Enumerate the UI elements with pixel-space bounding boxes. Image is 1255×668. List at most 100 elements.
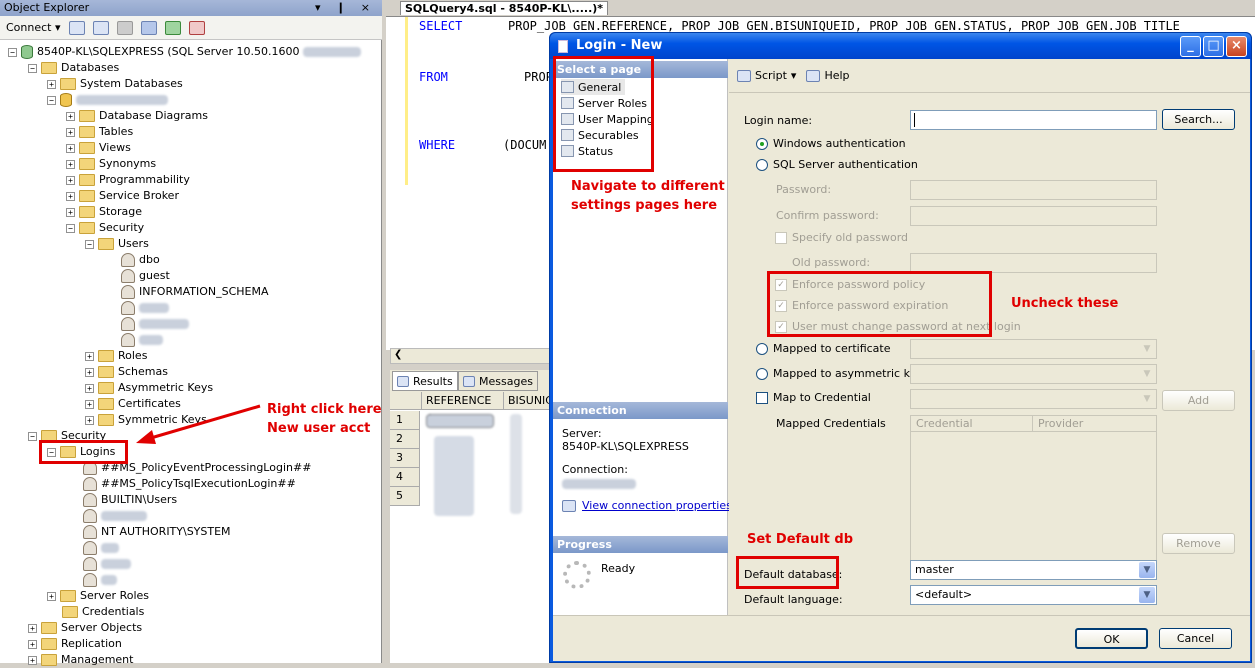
connection-label: Connection: xyxy=(562,463,628,476)
script-button[interactable]: Script ▾ xyxy=(737,69,796,82)
tree-programmability[interactable]: + Programmability xyxy=(66,172,190,188)
tree-server[interactable]: −8540P-KL\SQLEXPRESS (SQL Server 10.50.1… xyxy=(8,44,362,60)
view-connection-link[interactable]: View connection properties xyxy=(562,499,732,512)
results-grid[interactable]: REFERENCE BISUNIC 1 2 3 4 5 xyxy=(390,392,560,663)
help-button[interactable]: Help xyxy=(806,69,850,82)
tree-credentials[interactable]: Credentials xyxy=(62,604,144,620)
tree-asymmetric-keys[interactable]: + Asymmetric Keys xyxy=(85,380,213,396)
mapped-certificate-radio[interactable]: Mapped to certificate xyxy=(756,342,891,355)
tree-server-roles[interactable]: + Server Roles xyxy=(47,588,149,604)
disconnect-icon[interactable] xyxy=(92,20,109,35)
user-icon xyxy=(121,285,135,299)
messages-icon xyxy=(463,375,475,387)
tree-user-redacted[interactable] xyxy=(121,316,189,332)
tree-user-redacted[interactable] xyxy=(121,300,169,316)
tree-user-redacted[interactable] xyxy=(121,332,163,348)
refresh-icon[interactable] xyxy=(164,20,181,35)
provider-column-header[interactable]: Provider xyxy=(1033,416,1156,432)
filter-icon[interactable] xyxy=(140,20,157,35)
add-button[interactable]: Add xyxy=(1162,390,1235,411)
tree-login[interactable]: BUILTIN\Users xyxy=(83,492,177,508)
tab-results[interactable]: Results xyxy=(392,371,458,391)
document-icon xyxy=(558,40,568,53)
tree-login[interactable] xyxy=(83,556,131,572)
user-icon xyxy=(83,477,97,491)
map-credential-checkbox[interactable]: Map to Credential xyxy=(756,391,871,404)
mapped-asymmetric-key-radio[interactable]: Mapped to asymmetric key xyxy=(756,367,923,380)
row-number[interactable]: 5 xyxy=(390,487,420,506)
certificate-select[interactable]: ▼ xyxy=(910,339,1157,359)
search-button[interactable]: Search... xyxy=(1162,109,1235,130)
folder-icon xyxy=(60,78,76,90)
sql-auth-radio[interactable]: SQL Server authentication xyxy=(756,158,918,171)
tree-storage[interactable]: + Storage xyxy=(66,204,142,220)
connection-header: Connection xyxy=(553,402,728,419)
tree-login[interactable]: ##MS_PolicyTsqlExecutionLogin## xyxy=(83,476,296,492)
tree-login[interactable] xyxy=(83,572,117,588)
login-name-input[interactable] xyxy=(910,110,1157,130)
connect-button[interactable]: Connect ▾ xyxy=(6,21,61,34)
tree-schemas[interactable]: + Schemas xyxy=(85,364,168,380)
default-database-select[interactable]: master ▼ xyxy=(910,560,1157,580)
scroll-left-icon[interactable]: ❮ xyxy=(394,349,402,360)
ok-button[interactable]: OK xyxy=(1075,628,1148,649)
stop-icon[interactable] xyxy=(116,20,133,35)
row-number[interactable]: 3 xyxy=(390,449,420,468)
tree-service-broker[interactable]: + Service Broker xyxy=(66,188,179,204)
folder-icon xyxy=(79,158,95,170)
row-number[interactable]: 2 xyxy=(390,430,420,449)
tree-user-information-schema[interactable]: INFORMATION_SCHEMA xyxy=(121,284,269,300)
mapped-credentials-list[interactable]: Credential Provider xyxy=(910,415,1157,571)
tree-user-database[interactable]: − xyxy=(47,92,168,108)
minimize-button[interactable]: _ xyxy=(1180,36,1201,57)
column-header[interactable]: REFERENCE xyxy=(422,392,504,410)
tree-roles[interactable]: + Roles xyxy=(85,348,147,364)
tree-user-dbo[interactable]: dbo xyxy=(121,252,160,268)
tab-messages[interactable]: Messages xyxy=(458,371,538,391)
tree-system-databases[interactable]: + System Databases xyxy=(47,76,183,92)
folder-icon xyxy=(98,350,114,362)
credential-select[interactable]: ▼ xyxy=(910,389,1157,409)
horizontal-scrollbar[interactable]: ❮ xyxy=(390,348,560,364)
tree-views[interactable]: + Views xyxy=(66,140,131,156)
tree-databases[interactable]: − Databases xyxy=(28,60,119,76)
old-password-input[interactable] xyxy=(910,253,1157,273)
maximize-button[interactable]: □ xyxy=(1203,36,1224,57)
windows-auth-radio[interactable]: Windows authentication xyxy=(756,137,906,150)
tree-login[interactable] xyxy=(83,540,119,556)
tree-synonyms[interactable]: + Synonyms xyxy=(66,156,156,172)
default-language-select[interactable]: <default> ▼ xyxy=(910,585,1157,605)
tree-users[interactable]: − Users xyxy=(85,236,149,252)
old-password-label: Old password: xyxy=(792,256,871,269)
tree-replication[interactable]: + Replication xyxy=(28,636,122,652)
specify-old-password-checkbox[interactable]: Specify old password xyxy=(775,231,908,244)
tree-tables[interactable]: + Tables xyxy=(66,124,133,140)
collapse-icon[interactable]: − xyxy=(47,95,56,105)
tree-db-security[interactable]: − Security xyxy=(66,220,144,236)
connect-icon[interactable] xyxy=(68,20,85,35)
pane-controls[interactable]: ▾ ❙ × xyxy=(315,1,376,14)
object-explorer-panel: Object Explorer ▾ ❙ × Connect ▾ −8540P-K… xyxy=(0,0,382,666)
tree-user-guest[interactable]: guest xyxy=(121,268,170,284)
row-number[interactable]: 4 xyxy=(390,468,420,487)
collapse-icon[interactable]: − xyxy=(8,47,17,57)
remove-button[interactable]: Remove xyxy=(1162,533,1235,554)
collapse-icon[interactable]: − xyxy=(28,63,37,73)
close-button[interactable]: × xyxy=(1226,36,1247,57)
password-input[interactable] xyxy=(910,180,1157,200)
asymmetric-key-select[interactable]: ▼ xyxy=(910,364,1157,384)
tree-management[interactable]: + Management xyxy=(28,652,133,668)
cancel-button[interactable]: Cancel xyxy=(1159,628,1232,649)
row-number[interactable]: 1 xyxy=(390,411,420,430)
tree-login[interactable] xyxy=(83,508,147,524)
tree-server-objects[interactable]: + Server Objects xyxy=(28,620,142,636)
tree-login[interactable]: NT AUTHORITY\SYSTEM xyxy=(83,524,231,540)
confirm-password-input[interactable] xyxy=(910,206,1157,226)
query-tab[interactable]: SQLQuery4.sql - 8540P-KL\.....)* xyxy=(400,1,609,15)
properties-icon xyxy=(562,499,576,512)
activity-icon[interactable] xyxy=(188,20,205,35)
tree-db-diagrams[interactable]: + Database Diagrams xyxy=(66,108,208,124)
credential-column-header[interactable]: Credential xyxy=(911,416,1033,432)
expand-icon[interactable]: + xyxy=(47,79,56,89)
confirm-password-label: Confirm password: xyxy=(776,209,879,222)
